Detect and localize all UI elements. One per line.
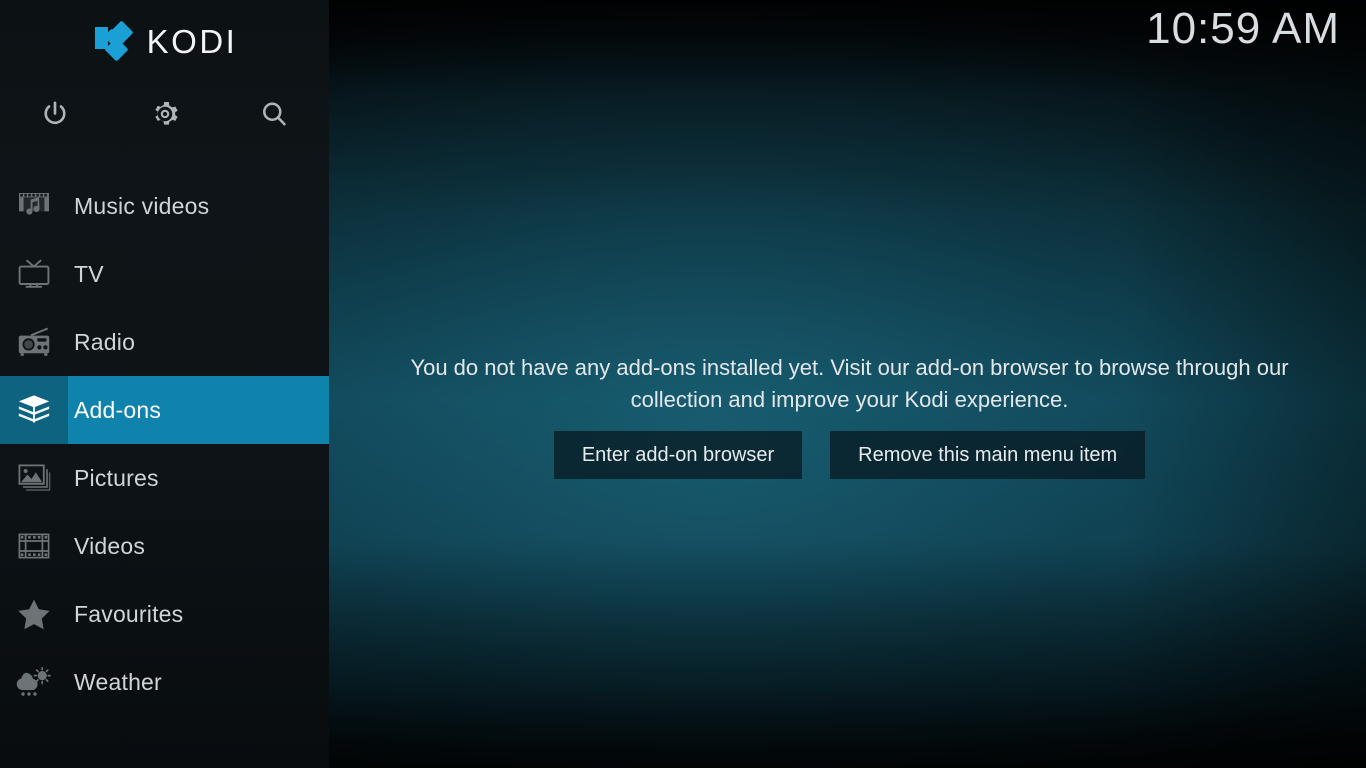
gear-icon bbox=[150, 99, 180, 129]
sidebar-label-wrap: TV bbox=[68, 240, 329, 308]
star-icon bbox=[0, 580, 68, 648]
sidebar-item-tv[interactable]: TV bbox=[0, 240, 329, 308]
kodi-logo-icon bbox=[92, 20, 134, 62]
sidebar-label-wrap: Favourites bbox=[68, 580, 329, 648]
settings-button[interactable] bbox=[110, 88, 220, 140]
sidebar-item-label: TV bbox=[74, 260, 104, 287]
search-icon bbox=[259, 99, 289, 129]
sidebar-label-wrap: Radio bbox=[68, 308, 329, 376]
sidebar-item-add-ons[interactable]: Add-ons bbox=[0, 376, 329, 444]
empty-state-message: You do not have any add-ons installed ye… bbox=[410, 355, 1289, 412]
addons-box-icon bbox=[0, 376, 68, 444]
sidebar-item-weather[interactable]: Weather bbox=[0, 648, 329, 716]
sidebar-item-label: Weather bbox=[74, 668, 162, 695]
sidebar-label-wrap: Weather bbox=[68, 648, 329, 716]
power-button[interactable] bbox=[0, 88, 110, 140]
sidebar-label-wrap: Music videos bbox=[68, 172, 329, 240]
sidebar-item-label: Add-ons bbox=[74, 396, 162, 423]
sidebar-label-wrap: Videos bbox=[68, 512, 329, 580]
music-video-icon bbox=[0, 172, 68, 240]
weather-cloud-sun-rain-icon bbox=[0, 648, 68, 716]
quick-toolbar bbox=[0, 88, 329, 140]
app-logo: KODI bbox=[0, 12, 329, 70]
app-logo-text: KODI bbox=[146, 22, 238, 60]
sidebar-item-label: Videos bbox=[74, 532, 146, 559]
sidebar-item-label: Pictures bbox=[74, 464, 159, 491]
sidebar-item-videos[interactable]: Videos bbox=[0, 512, 329, 580]
power-icon bbox=[40, 99, 70, 129]
sidebar-item-label: Radio bbox=[74, 328, 136, 355]
tv-icon bbox=[0, 240, 68, 308]
sidebar-item-label: Music videos bbox=[74, 192, 210, 219]
sidebar-label-wrap: Pictures bbox=[68, 444, 329, 512]
pictures-icon bbox=[0, 444, 68, 512]
kodi-home-screen: 10:59 AM KODI Music videos TV Radio Add-… bbox=[0, 0, 1366, 768]
sidebar-item-favourites[interactable]: Favourites bbox=[0, 580, 329, 648]
sidebar-label-wrap: Add-ons bbox=[68, 376, 329, 444]
sidebar-item-label: Favourites bbox=[74, 600, 184, 627]
enter-addon-browser-button[interactable]: Enter add-on browser bbox=[553, 431, 803, 479]
sidebar-item-music-videos[interactable]: Music videos bbox=[0, 172, 329, 240]
main-content: You do not have any add-ons installed ye… bbox=[329, 0, 1366, 768]
sidebar-item-pictures[interactable]: Pictures bbox=[0, 444, 329, 512]
main-menu: Music videos TV Radio Add-ons Pictures V… bbox=[0, 172, 329, 716]
remove-main-menu-item-button[interactable]: Remove this main menu item bbox=[830, 431, 1146, 479]
radio-icon bbox=[0, 308, 68, 376]
sidebar: KODI Music videos TV Radio Add-ons Pictu… bbox=[0, 0, 329, 768]
search-button[interactable] bbox=[219, 88, 329, 140]
film-strip-icon bbox=[0, 512, 68, 580]
sidebar-item-radio[interactable]: Radio bbox=[0, 308, 329, 376]
empty-state-actions: Enter add-on browser Remove this main me… bbox=[377, 431, 1322, 479]
